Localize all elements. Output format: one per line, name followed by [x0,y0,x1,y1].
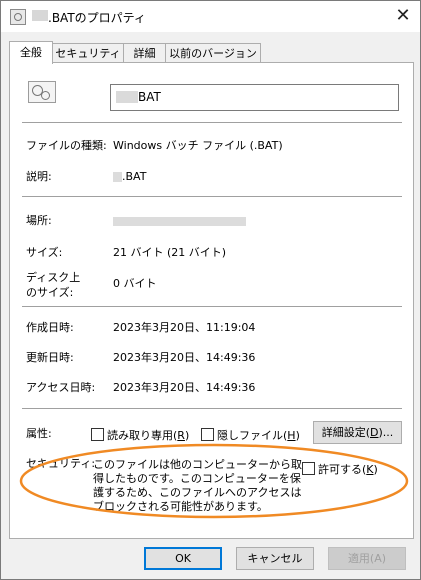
file-type-label: ファイルの種類: [26,139,107,152]
created-label: 作成日時: [26,321,74,334]
disk-size-label-line1: ディスク上 [26,271,81,284]
cancel-button[interactable]: キャンセル [236,547,314,570]
divider [22,306,402,307]
divider [22,408,402,409]
ok-button[interactable]: OK [144,547,222,570]
location-label: 場所: [26,214,52,227]
close-icon[interactable]: ✕ [392,5,414,27]
modified-label: 更新日時: [26,351,74,364]
gear-file-icon [28,81,56,103]
location-value [113,213,246,228]
divider [22,196,402,197]
hidden-checkbox-label[interactable]: 隠しファイル(H) [217,427,300,443]
readonly-checkbox-label[interactable]: 読み取り専用(R) [107,427,189,443]
divider [22,122,402,123]
redacted-filename [32,10,48,21]
general-tab-panel: BAT ファイルの種類: Windows バッチ ファイル (.BAT) 説明:… [9,62,414,539]
disk-size-value: 0 バイト [113,277,157,290]
attributes-label: 属性: [26,427,52,440]
batch-file-icon [10,9,26,25]
tab-general[interactable]: 全般 [9,41,53,64]
size-value: 21 バイト (21 バイト) [113,246,227,259]
file-type-value: Windows バッチ ファイル (.BAT) [113,139,283,152]
modified-value: 2023年3月20日、14:49:36 [113,351,256,364]
highlight-ellipse [19,443,409,519]
hidden-checkbox[interactable] [201,428,214,441]
file-name-value: BAT [138,90,161,104]
properties-window: .BATのプロパティ ✕ 全般 セキュリティ 詳細 以前のバージョン BAT フ… [0,0,421,580]
redacted-description [113,172,122,182]
title-bar: .BATのプロパティ ✕ [1,1,420,32]
description-row: .BAT [113,169,146,184]
disk-size-label: ディスク上 のサイズ: [26,270,80,300]
tab-security[interactable]: セキュリティ [52,43,124,63]
redacted-location [113,216,246,226]
readonly-checkbox[interactable] [91,428,104,441]
description-label: 説明: [26,170,52,183]
size-label: サイズ: [26,246,63,259]
description-value: .BAT [122,170,147,183]
redacted-filename [116,91,138,103]
created-value: 2023年3月20日、11:19:04 [113,321,256,334]
disk-size-label-line2: のサイズ: [26,286,74,299]
window-title: .BATのプロパティ [48,11,146,25]
advanced-settings-button[interactable]: 詳細設定(D)... [313,421,402,444]
accessed-value: 2023年3月20日、14:49:36 [113,381,256,394]
accessed-label: アクセス日時: [26,381,96,394]
apply-button[interactable]: 適用(A) [328,547,406,570]
tab-details[interactable]: 詳細 [123,43,166,63]
file-name-input[interactable]: BAT [110,84,399,111]
tab-previous-versions[interactable]: 以前のバージョン [165,43,261,63]
